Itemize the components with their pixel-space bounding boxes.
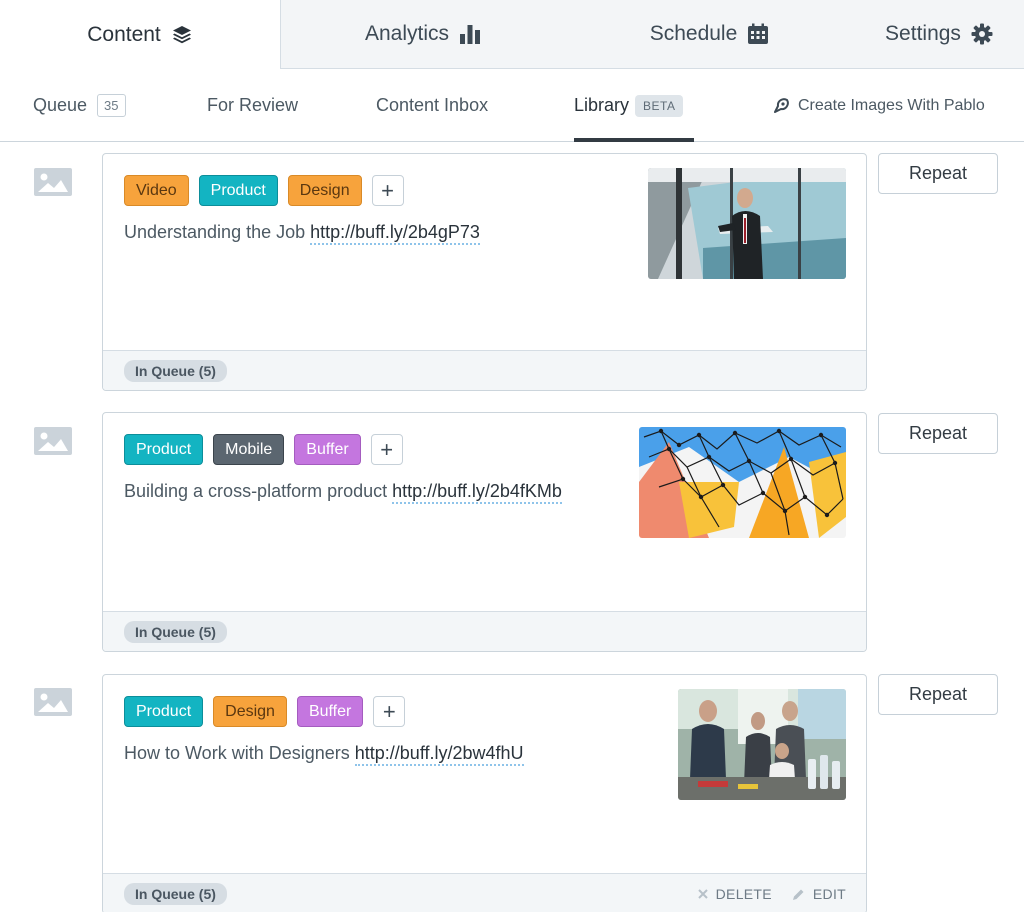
post-card: Video Product Design + Understanding the… [102, 153, 867, 391]
post-link[interactable]: http://buff.ly/2b4fKMb [392, 481, 562, 504]
layers-icon [172, 25, 191, 43]
tag-product[interactable]: Product [124, 434, 204, 465]
post-thumbnail[interactable] [639, 427, 846, 538]
tab-settings-label: Settings [885, 22, 961, 45]
subtab-content-inbox[interactable]: Content Inbox [376, 69, 488, 142]
repeat-button[interactable]: Repeat [878, 413, 998, 454]
post-card-body: Video Product Design + Understanding the… [103, 154, 866, 351]
post-text: Building a cross-platform product http:/… [124, 481, 562, 504]
post-card-footer: In Queue (5) [103, 350, 866, 390]
post-link[interactable]: http://buff.ly/2bw4fhU [354, 743, 524, 766]
delete-button[interactable]: DELETE [697, 886, 772, 902]
repeat-button[interactable]: Repeat [878, 153, 998, 194]
pencil-icon [792, 889, 804, 900]
queue-status-badge: In Queue (5) [124, 360, 227, 382]
tag-list: Video Product Design + [124, 175, 404, 206]
post-card: Product Design Buffer + How to Work with… [102, 674, 867, 912]
repeat-button[interactable]: Repeat [878, 674, 998, 715]
tab-analytics[interactable]: Analytics [281, 0, 565, 69]
post-thumbnail[interactable] [648, 168, 846, 279]
post-text: Understanding the Job http://buff.ly/2b4… [124, 222, 480, 245]
tag-list: Product Mobile Buffer + [124, 434, 403, 465]
pablo-label: Create Images With Pablo [798, 96, 985, 114]
gear-icon [971, 23, 993, 45]
tab-schedule-label: Schedule [649, 22, 738, 45]
post-card-footer: In Queue (5) DELETE EDIT [103, 873, 866, 912]
image-icon [34, 168, 72, 196]
subtab-for-review[interactable]: For Review [207, 69, 298, 142]
post-card-body: Product Mobile Buffer + Building a cross… [103, 413, 866, 610]
pablo-icon [774, 97, 789, 113]
image-icon [34, 688, 72, 716]
post-title: Building a cross-platform product [124, 481, 388, 501]
queue-count-badge: 35 [97, 94, 126, 117]
subtab-library[interactable]: Library BETA [574, 69, 684, 142]
post-link[interactable]: http://buff.ly/2b4gP73 [310, 222, 480, 245]
post-actions: DELETE EDIT [678, 874, 846, 912]
tag-buffer[interactable]: Buffer [294, 434, 361, 465]
tag-list: Product Design Buffer + [124, 696, 406, 727]
tab-analytics-label: Analytics [364, 22, 450, 45]
post-card-body: Product Design Buffer + How to Work with… [103, 675, 866, 872]
top-navigation: Content Analytics Schedule Settings [0, 0, 1024, 69]
edit-button[interactable]: EDIT [792, 886, 846, 902]
tag-mobile[interactable]: Mobile [213, 434, 285, 465]
tab-content-label: Content [87, 22, 161, 46]
post-thumbnail[interactable] [678, 689, 846, 800]
post-card: Product Mobile Buffer + Building a cross… [102, 412, 867, 652]
add-tag-button[interactable]: + [370, 434, 403, 465]
create-images-pablo-link[interactable]: Create Images With Pablo [772, 69, 985, 142]
edit-label: EDIT [812, 886, 846, 902]
queue-status-badge: In Queue (5) [124, 621, 227, 643]
subtab-queue[interactable]: Queue 35 [33, 69, 126, 142]
delete-label: DELETE [715, 886, 772, 902]
add-tag-button[interactable]: + [373, 696, 406, 727]
subtab-queue-label: Queue [33, 95, 88, 115]
subtab-for-review-label: For Review [207, 95, 299, 115]
bar-chart-icon [460, 25, 481, 44]
tag-product[interactable]: Product [198, 175, 278, 206]
tag-design[interactable]: Design [213, 696, 287, 727]
tab-content[interactable]: Content [0, 0, 280, 69]
subtab-library-label: Library [574, 95, 630, 115]
post-title: How to Work with Designers [124, 743, 350, 763]
add-tag-button[interactable]: + [371, 175, 404, 206]
tag-product[interactable]: Product [124, 696, 204, 727]
post-title: Understanding the Job [124, 222, 306, 242]
tab-settings[interactable]: Settings [854, 0, 1024, 69]
calendar-icon [748, 23, 769, 44]
queue-status-badge: In Queue (5) [124, 883, 227, 905]
subtab-content-inbox-label: Content Inbox [376, 95, 489, 115]
tab-schedule[interactable]: Schedule [565, 0, 854, 69]
tag-buffer[interactable]: Buffer [296, 696, 364, 727]
tag-design[interactable]: Design [287, 175, 362, 206]
close-icon [697, 889, 708, 899]
image-icon [34, 427, 72, 455]
tag-video[interactable]: Video [124, 175, 189, 206]
active-tab-indicator [574, 138, 694, 142]
beta-badge: BETA [635, 94, 684, 117]
post-text: How to Work with Designers http://buff.l… [124, 743, 524, 766]
post-card-footer: In Queue (5) [103, 611, 866, 651]
